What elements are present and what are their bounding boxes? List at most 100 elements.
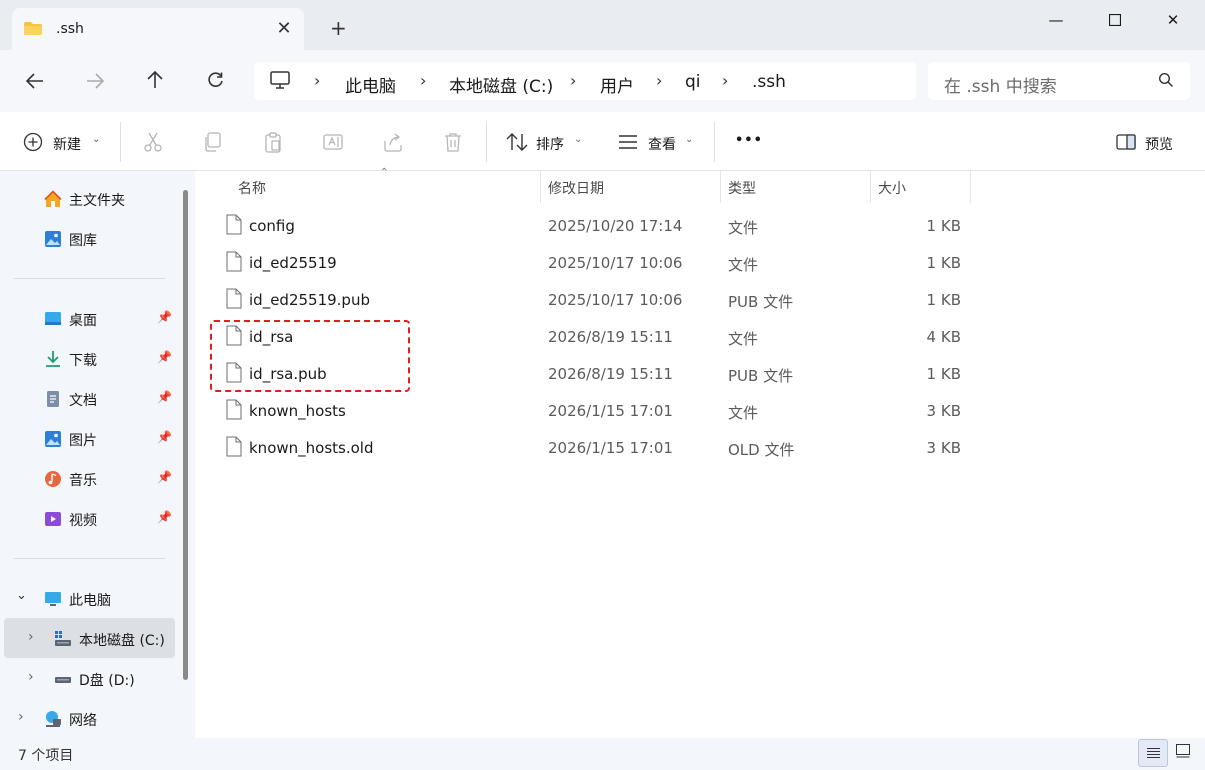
column-divider[interactable] [540, 171, 541, 203]
sidebar-item-videos[interactable]: 视频 📌 [0, 500, 190, 536]
sidebar-item-documents[interactable]: 文档 📌 [0, 380, 190, 416]
file-row[interactable]: id_ed25519.pub 2025/10/17 10:06 PUB 文件 1 KB [196, 282, 1205, 319]
sort-label: 排序 [536, 137, 564, 153]
sidebar-item-home[interactable]: 主文件夹 [0, 180, 190, 216]
file-name: config [249, 217, 295, 235]
preview-pane-button[interactable]: 预览 [1108, 124, 1188, 160]
cut-icon[interactable] [142, 131, 164, 153]
file-name: id_ed25519 [249, 254, 337, 272]
sidebar-item-label: 文档 [69, 393, 97, 409]
status-bar [0, 738, 1205, 770]
pin-icon[interactable]: 📌 [157, 470, 172, 484]
file-date: 2026/8/19 15:11 [548, 328, 673, 346]
view-button[interactable]: 查看 ⌄ [608, 124, 702, 160]
breadcrumb-chevron-icon: › [570, 71, 577, 90]
new-label: 新建 [53, 137, 81, 153]
sidebar-item-label: 图片 [69, 433, 97, 449]
breadcrumb-this-pc[interactable]: 此电脑 [345, 72, 396, 97]
file-date: 2025/10/20 17:14 [548, 217, 683, 235]
details-view-icon [1147, 748, 1160, 758]
column-header-type[interactable]: 类型 [728, 178, 756, 198]
sidebar-item-label: 网络 [69, 713, 97, 729]
file-row[interactable]: known_hosts 2026/1/15 17:01 文件 3 KB [196, 393, 1205, 430]
chevron-right-icon[interactable]: › [28, 669, 34, 685]
sidebar-item-drive-c[interactable]: › 本地磁盘 (C:) [0, 620, 190, 656]
close-icon: ✕ [1166, 11, 1180, 29]
sidebar-item-this-pc[interactable]: ⌄ 此电脑 [0, 580, 190, 616]
pin-icon[interactable]: 📌 [157, 310, 172, 324]
rename-icon[interactable] [322, 131, 344, 153]
paste-icon[interactable] [262, 131, 284, 153]
file-type: 文件 [728, 330, 759, 348]
minimize-icon: — [1048, 11, 1064, 29]
sort-button[interactable]: 排序 ⌄ [498, 124, 590, 160]
file-row[interactable]: config 2025/10/20 17:14 文件 1 KB [196, 208, 1205, 245]
sidebar-item-gallery[interactable]: 图库 [0, 220, 190, 256]
pin-icon[interactable]: 📌 [157, 430, 172, 444]
pin-icon[interactable]: 📌 [157, 350, 172, 364]
up-button[interactable] [140, 70, 170, 94]
chevron-down-icon[interactable]: ⌄ [16, 588, 27, 603]
sidebar-item-drive-d[interactable]: › D盘 (D:) [0, 660, 190, 696]
sidebar-item-downloads[interactable]: 下载 📌 [0, 340, 190, 376]
chevron-right-icon[interactable]: › [28, 629, 34, 645]
chevron-down-icon: ⌄ [574, 134, 583, 145]
pin-icon[interactable]: 📌 [157, 510, 172, 524]
file-icon [226, 288, 242, 309]
minimize-button[interactable]: — [1033, 6, 1079, 34]
file-name: known_hosts.old [249, 439, 374, 457]
maximize-button[interactable] [1092, 6, 1138, 34]
column-divider[interactable] [870, 171, 871, 203]
column-header-name[interactable]: 名称 [238, 178, 266, 198]
sidebar-item-network[interactable]: › 网络 [0, 700, 190, 736]
refresh-button[interactable] [200, 70, 230, 94]
new-tab-button[interactable]: + [330, 18, 347, 38]
column-divider[interactable] [970, 171, 971, 203]
more-options-button[interactable]: ••• [735, 133, 763, 148]
computer-icon [45, 592, 61, 606]
back-button[interactable] [20, 70, 50, 94]
breadcrumb-drive-c[interactable]: 本地磁盘 (C:) [449, 72, 553, 97]
column-divider[interactable] [720, 171, 721, 203]
view-lines-icon [619, 135, 637, 149]
file-date: 2026/8/19 15:11 [548, 365, 673, 383]
file-type: PUB 文件 [728, 367, 794, 385]
copy-icon[interactable] [202, 131, 224, 153]
sidebar-item-desktop[interactable]: 桌面 📌 [0, 300, 190, 336]
column-header-date[interactable]: 修改日期 [548, 178, 604, 198]
tab-close-icon[interactable]: ✕ [274, 18, 294, 39]
tab-ssh[interactable]: .ssh ✕ [12, 8, 304, 50]
search-icon[interactable] [1158, 72, 1174, 88]
sort-icon [506, 133, 528, 151]
file-name: known_hosts [249, 402, 346, 420]
file-size: 4 KB [926, 328, 961, 346]
sidebar-item-label: 音乐 [69, 473, 97, 489]
pin-icon[interactable]: 📌 [157, 390, 172, 404]
breadcrumb-users[interactable]: 用户 [600, 72, 634, 97]
delete-icon[interactable] [442, 131, 464, 153]
toolbar-divider [486, 122, 487, 162]
sidebar-item-music[interactable]: 音乐 📌 [0, 460, 190, 496]
sidebar-item-label: D盘 (D:) [79, 673, 135, 689]
breadcrumb-qi[interactable]: qi [685, 72, 701, 92]
new-button[interactable]: 新建 ⌄ [16, 124, 108, 160]
sidebar-item-pictures[interactable]: 图片 📌 [0, 420, 190, 456]
sidebar-scrollbar[interactable] [183, 190, 188, 680]
close-window-button[interactable]: ✕ [1150, 6, 1196, 34]
toolbar-divider [120, 122, 121, 162]
file-size: 3 KB [926, 439, 961, 457]
chevron-right-icon[interactable]: › [18, 709, 24, 725]
forward-arrow-icon [87, 73, 105, 89]
column-header-size[interactable]: 大小 [878, 178, 906, 198]
tiles-view-icon[interactable] [1176, 744, 1190, 758]
share-icon[interactable] [382, 131, 404, 153]
file-row[interactable]: id_ed25519 2025/10/17 10:06 文件 1 KB [196, 245, 1205, 282]
details-view-button[interactable] [1138, 739, 1168, 767]
breadcrumb-chevron-icon: › [656, 71, 663, 90]
forward-button[interactable] [80, 70, 110, 94]
sort-ascending-icon: ⌃ [380, 167, 389, 178]
breadcrumb-ssh[interactable]: .ssh [752, 72, 786, 92]
file-row[interactable]: known_hosts.old 2026/1/15 17:01 OLD 文件 3 KB [196, 430, 1205, 467]
back-arrow-icon [25, 73, 43, 89]
search-input[interactable]: 在 .ssh 中搜索 [944, 72, 1057, 97]
